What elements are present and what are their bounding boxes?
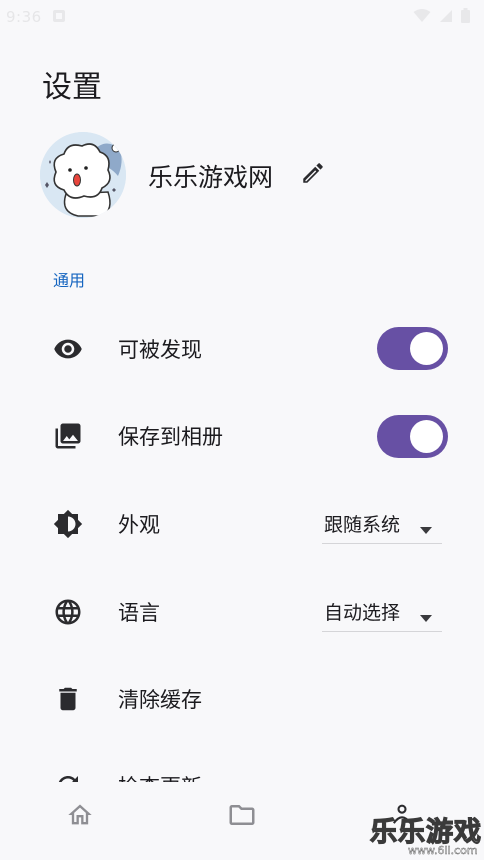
profile-name: 乐乐游戏网 xyxy=(148,163,274,192)
watermark-url: www.6ll.com xyxy=(408,844,478,857)
status-right xyxy=(413,7,470,27)
status-left: 9:36 xyxy=(6,8,66,27)
wifi-icon xyxy=(413,8,431,27)
language-label: 语言 xyxy=(118,601,160,625)
setting-row-language[interactable]: 语言 自动选择 xyxy=(0,580,484,644)
brightness-icon xyxy=(52,508,84,540)
clear-cache-label: 清除缓存 xyxy=(118,688,202,712)
save-to-album-toggle[interactable] xyxy=(377,415,448,458)
language-value: 自动选择 xyxy=(324,602,401,624)
discoverable-toggle[interactable] xyxy=(377,327,448,370)
save-to-album-label: 保存到相册 xyxy=(118,425,223,449)
dropdown-arrow-icon xyxy=(420,607,432,626)
photo-library-icon xyxy=(52,420,84,452)
setting-row-appearance[interactable]: 外观 跟随系统 xyxy=(0,492,484,556)
watermark-logo: 乐乐游戏 www.6ll.com xyxy=(360,808,484,860)
appearance-value: 跟随系统 xyxy=(324,514,401,536)
language-dropdown[interactable]: 自动选择 xyxy=(322,592,442,632)
trash-icon xyxy=(52,683,84,715)
notification-icon xyxy=(52,8,66,27)
appearance-dropdown[interactable]: 跟随系统 xyxy=(322,504,442,544)
page-title: 设置 xyxy=(42,70,102,105)
battery-icon xyxy=(461,7,470,27)
setting-row-save-to-album[interactable]: 保存到相册 xyxy=(0,404,484,468)
home-icon xyxy=(66,801,94,833)
toggle-thumb xyxy=(410,332,443,365)
discoverable-label: 可被发现 xyxy=(118,338,202,362)
dropdown-arrow-icon xyxy=(420,519,432,538)
status-bar: 9:36 xyxy=(0,0,484,34)
toggle-thumb xyxy=(410,420,443,453)
nav-home[interactable] xyxy=(20,782,140,852)
edit-profile-button[interactable] xyxy=(296,158,330,192)
appearance-label: 外观 xyxy=(118,513,160,537)
status-time: 9:36 xyxy=(6,8,42,26)
signal-icon xyxy=(439,8,453,27)
pencil-icon xyxy=(300,160,326,190)
setting-row-discoverable[interactable]: 可被发现 xyxy=(0,317,484,381)
globe-icon xyxy=(52,596,84,628)
setting-row-clear-cache[interactable]: 清除缓存 xyxy=(0,667,484,731)
folder-icon xyxy=(227,800,257,834)
avatar[interactable] xyxy=(40,132,126,218)
eye-icon xyxy=(52,333,84,365)
section-header-general: 通用 xyxy=(53,271,86,290)
nav-files[interactable] xyxy=(182,782,302,852)
